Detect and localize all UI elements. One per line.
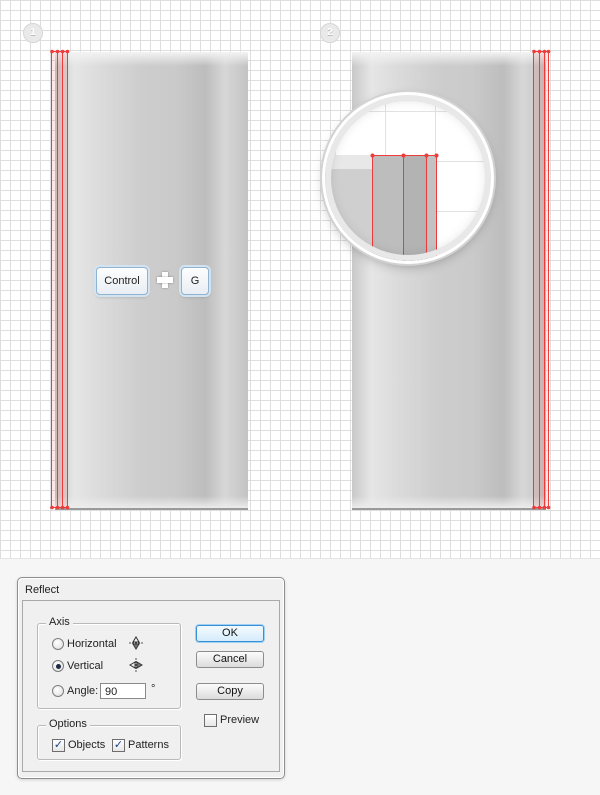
objects-checkbox[interactable]: ✓ xyxy=(52,738,65,752)
angle-label: Angle: xyxy=(67,685,99,697)
patterns-option[interactable]: ✓ Patterns xyxy=(112,737,169,753)
horizontal-option[interactable]: Horizontal xyxy=(52,636,117,652)
magnifier-rim xyxy=(325,95,491,261)
section-divider xyxy=(0,558,600,559)
dialog-body: Axis Horizontal Vertical Angle: 90 ° Opt… xyxy=(22,600,280,772)
objects-label: Objects xyxy=(68,739,106,751)
preview-checkbox[interactable] xyxy=(204,713,217,727)
degree-symbol: ° xyxy=(151,683,156,695)
reflect-vertical-icon xyxy=(129,658,143,672)
angle-input[interactable]: 90 xyxy=(100,683,146,699)
axis-legend: Axis xyxy=(46,616,73,628)
options-group: Options ✓ Objects ✓ Patterns xyxy=(37,718,181,760)
reflect-dialog: Reflect Axis Horizontal Vertical Angle: … xyxy=(17,577,285,779)
cancel-button[interactable]: Cancel xyxy=(196,651,264,668)
preview-label: Preview xyxy=(220,714,260,726)
control-key: Control xyxy=(96,267,148,295)
artboard-canvas: 1 2 Control G xyxy=(0,0,600,558)
dialog-title: Reflect xyxy=(25,584,60,596)
preview-option[interactable]: Preview xyxy=(204,712,259,728)
g-key: G xyxy=(181,267,209,295)
vertical-radio[interactable] xyxy=(52,660,64,672)
options-legend: Options xyxy=(46,718,90,730)
angle-radio[interactable] xyxy=(52,685,64,697)
vertical-label: Vertical xyxy=(67,660,104,672)
horizontal-radio[interactable] xyxy=(52,638,64,650)
patterns-checkbox[interactable]: ✓ xyxy=(112,738,125,752)
plus-icon xyxy=(157,272,173,288)
cylinder-shape-left[interactable] xyxy=(55,52,248,508)
copy-button[interactable]: Copy xyxy=(196,683,264,700)
objects-option[interactable]: ✓ Objects xyxy=(52,737,105,753)
horizontal-label: Horizontal xyxy=(67,638,117,650)
angle-option[interactable]: Angle: xyxy=(52,683,98,699)
reflect-horizontal-icon xyxy=(129,636,143,650)
patterns-label: Patterns xyxy=(128,739,169,751)
step-badge-two: 2 xyxy=(320,23,340,43)
step-badge-one: 1 xyxy=(23,23,43,43)
axis-group: Axis Horizontal Vertical Angle: 90 ° xyxy=(37,616,181,709)
magnifier-zoom-view xyxy=(325,95,491,261)
ok-button[interactable]: OK xyxy=(196,625,264,642)
vertical-option[interactable]: Vertical xyxy=(52,658,103,674)
